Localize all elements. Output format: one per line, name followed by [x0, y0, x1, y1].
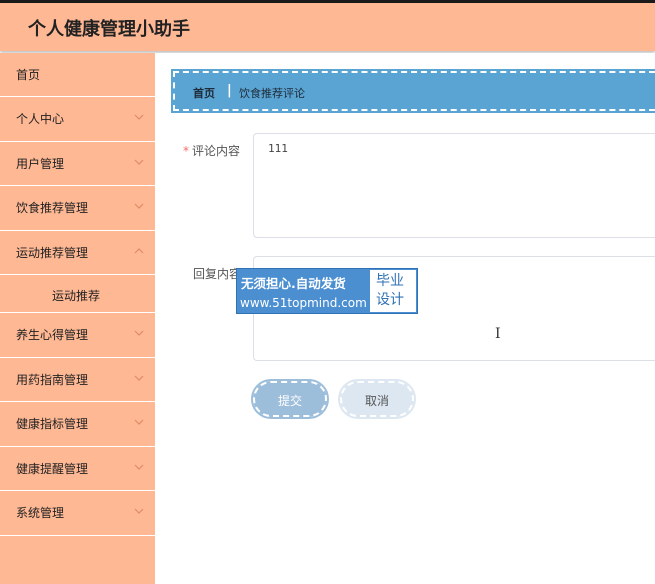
app-title: 个人健康管理小助手	[28, 19, 190, 40]
watermark-badge-text: 毕业 设计	[376, 273, 404, 308]
main-content: 首页 | 饮食推荐评论 * 评论内容 111 回复内容 提交 取消	[155, 53, 655, 584]
chevron-down-icon	[134, 375, 144, 381]
chevron-down-icon	[134, 159, 144, 165]
required-mark: *	[183, 144, 189, 158]
watermark-line1: 无须担心.自动发货	[241, 276, 346, 291]
sidebar-item-wellness-management[interactable]: 养生心得管理	[0, 313, 155, 358]
reply-label: 回复内容	[193, 267, 242, 281]
app-header: 个人健康管理小助手	[0, 3, 655, 51]
chevron-down-icon	[134, 508, 144, 514]
comment-textarea[interactable]: 111	[253, 133, 655, 238]
sidebar: 首页 个人中心 用户管理 饮食推荐管理 运动推荐管理 运动推荐 养生心得管理 用…	[0, 53, 155, 584]
chevron-down-icon	[134, 330, 144, 336]
sidebar-item-label: 系统管理	[16, 506, 65, 520]
sidebar-item-home[interactable]: 首页	[0, 53, 155, 97]
sidebar-item-label: 运动推荐	[52, 289, 101, 303]
sidebar-item-label: 首页	[16, 68, 41, 82]
sidebar-item-system-management[interactable]: 系统管理	[0, 491, 155, 536]
sidebar-item-exercise-management[interactable]: 运动推荐管理	[0, 231, 155, 275]
sidebar-item-label: 饮食推荐管理	[16, 201, 89, 215]
sidebar-item-diet-management[interactable]: 饮食推荐管理	[0, 186, 155, 231]
watermark-line2: www.51topmind.com	[240, 296, 367, 310]
chevron-down-icon	[134, 419, 144, 425]
sidebar-item-personal-center[interactable]: 个人中心	[0, 97, 155, 142]
chevron-down-icon	[134, 203, 144, 209]
sidebar-subitem-exercise[interactable]: 运动推荐	[0, 275, 155, 313]
sidebar-item-health-index-management[interactable]: 健康指标管理	[0, 402, 155, 447]
watermark-banner: 无须担心.自动发货 www.51topmind.com 毕业 设计	[236, 268, 418, 314]
breadcrumb-separator: |	[227, 83, 232, 98]
sidebar-item-reminder-management[interactable]: 健康提醒管理	[0, 447, 155, 491]
sidebar-item-label: 用药指南管理	[16, 372, 89, 387]
breadcrumb-current: 饮食推荐评论	[239, 87, 305, 100]
submit-button[interactable]: 提交	[251, 379, 329, 419]
comment-label: * 评论内容	[183, 142, 240, 159]
breadcrumb: 首页 | 饮食推荐评论	[171, 69, 655, 113]
sidebar-item-label: 运动推荐管理	[16, 245, 89, 260]
breadcrumb-home[interactable]: 首页	[193, 85, 215, 101]
sidebar-item-label: 健康指标管理	[16, 417, 89, 431]
sidebar-item-label: 养生心得管理	[16, 328, 89, 342]
chevron-down-icon	[134, 464, 144, 470]
comment-label-text: 评论内容	[192, 144, 241, 158]
chevron-up-icon	[134, 247, 144, 253]
sidebar-item-label: 个人中心	[16, 112, 65, 126]
comment-value: 111	[268, 142, 288, 155]
sidebar-item-medication-management[interactable]: 用药指南管理	[0, 358, 155, 402]
sidebar-item-user-management[interactable]: 用户管理	[0, 142, 155, 186]
watermark-badge: 毕业 设计	[370, 270, 416, 312]
sidebar-item-label: 健康提醒管理	[16, 461, 89, 476]
text-cursor-icon: I	[495, 326, 501, 342]
cancel-button[interactable]: 取消	[338, 379, 416, 419]
sidebar-item-label: 用户管理	[16, 156, 65, 171]
chevron-down-icon	[134, 114, 144, 120]
